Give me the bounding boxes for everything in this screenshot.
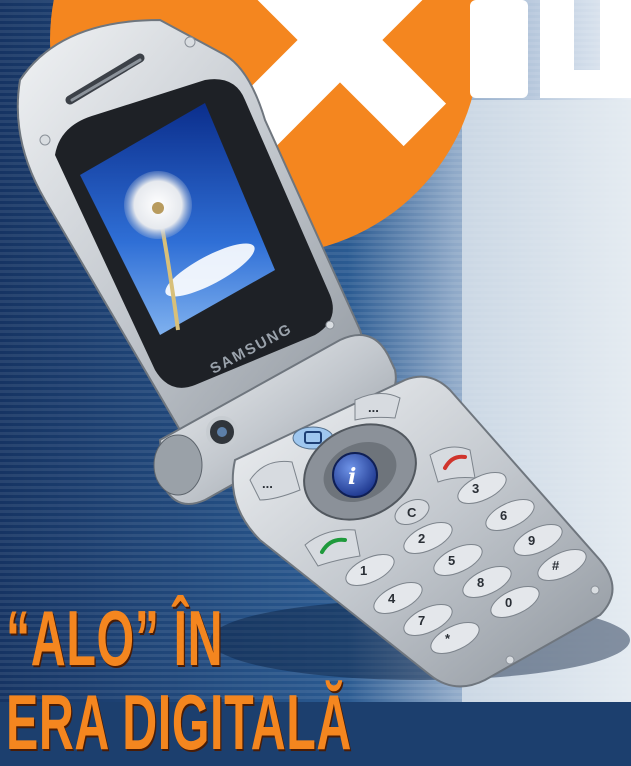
soft-key-right-label: ... bbox=[368, 400, 379, 415]
info-button[interactable]: i bbox=[332, 452, 378, 498]
soft-key-right[interactable]: ... bbox=[354, 393, 401, 421]
hinge-screw bbox=[505, 655, 515, 665]
key-5-label: 5 bbox=[448, 553, 455, 568]
hinge-screw bbox=[590, 585, 600, 595]
key-4-label: 4 bbox=[388, 591, 396, 606]
key-hash-label: # bbox=[552, 558, 560, 573]
hinge-screw bbox=[184, 36, 196, 48]
key-7-label: 7 bbox=[418, 613, 425, 628]
key-1-label: 1 bbox=[360, 563, 367, 578]
hinge-screw bbox=[39, 134, 51, 146]
hinge-screw bbox=[325, 320, 335, 330]
key-3-label: 3 bbox=[472, 481, 479, 496]
info-icon: i bbox=[348, 464, 356, 490]
logo-lettering-icon bbox=[470, 0, 631, 98]
headline-line-2: ERA DIGITALĂ bbox=[6, 678, 352, 766]
headline: “ALO” ÎN ERA DIGITALĂ bbox=[6, 596, 352, 764]
end-button[interactable] bbox=[429, 446, 476, 483]
soft-key-left-label: ... bbox=[262, 476, 273, 491]
key-2-label: 2 bbox=[418, 531, 425, 546]
key-8-label: 8 bbox=[477, 575, 484, 590]
key-0-label: 0 bbox=[505, 595, 512, 610]
key-9-label: 9 bbox=[528, 533, 535, 548]
headline-line-1: “ALO” ÎN bbox=[6, 594, 224, 682]
clear-key-label: C bbox=[407, 505, 417, 520]
key-6-label: 6 bbox=[500, 508, 507, 523]
